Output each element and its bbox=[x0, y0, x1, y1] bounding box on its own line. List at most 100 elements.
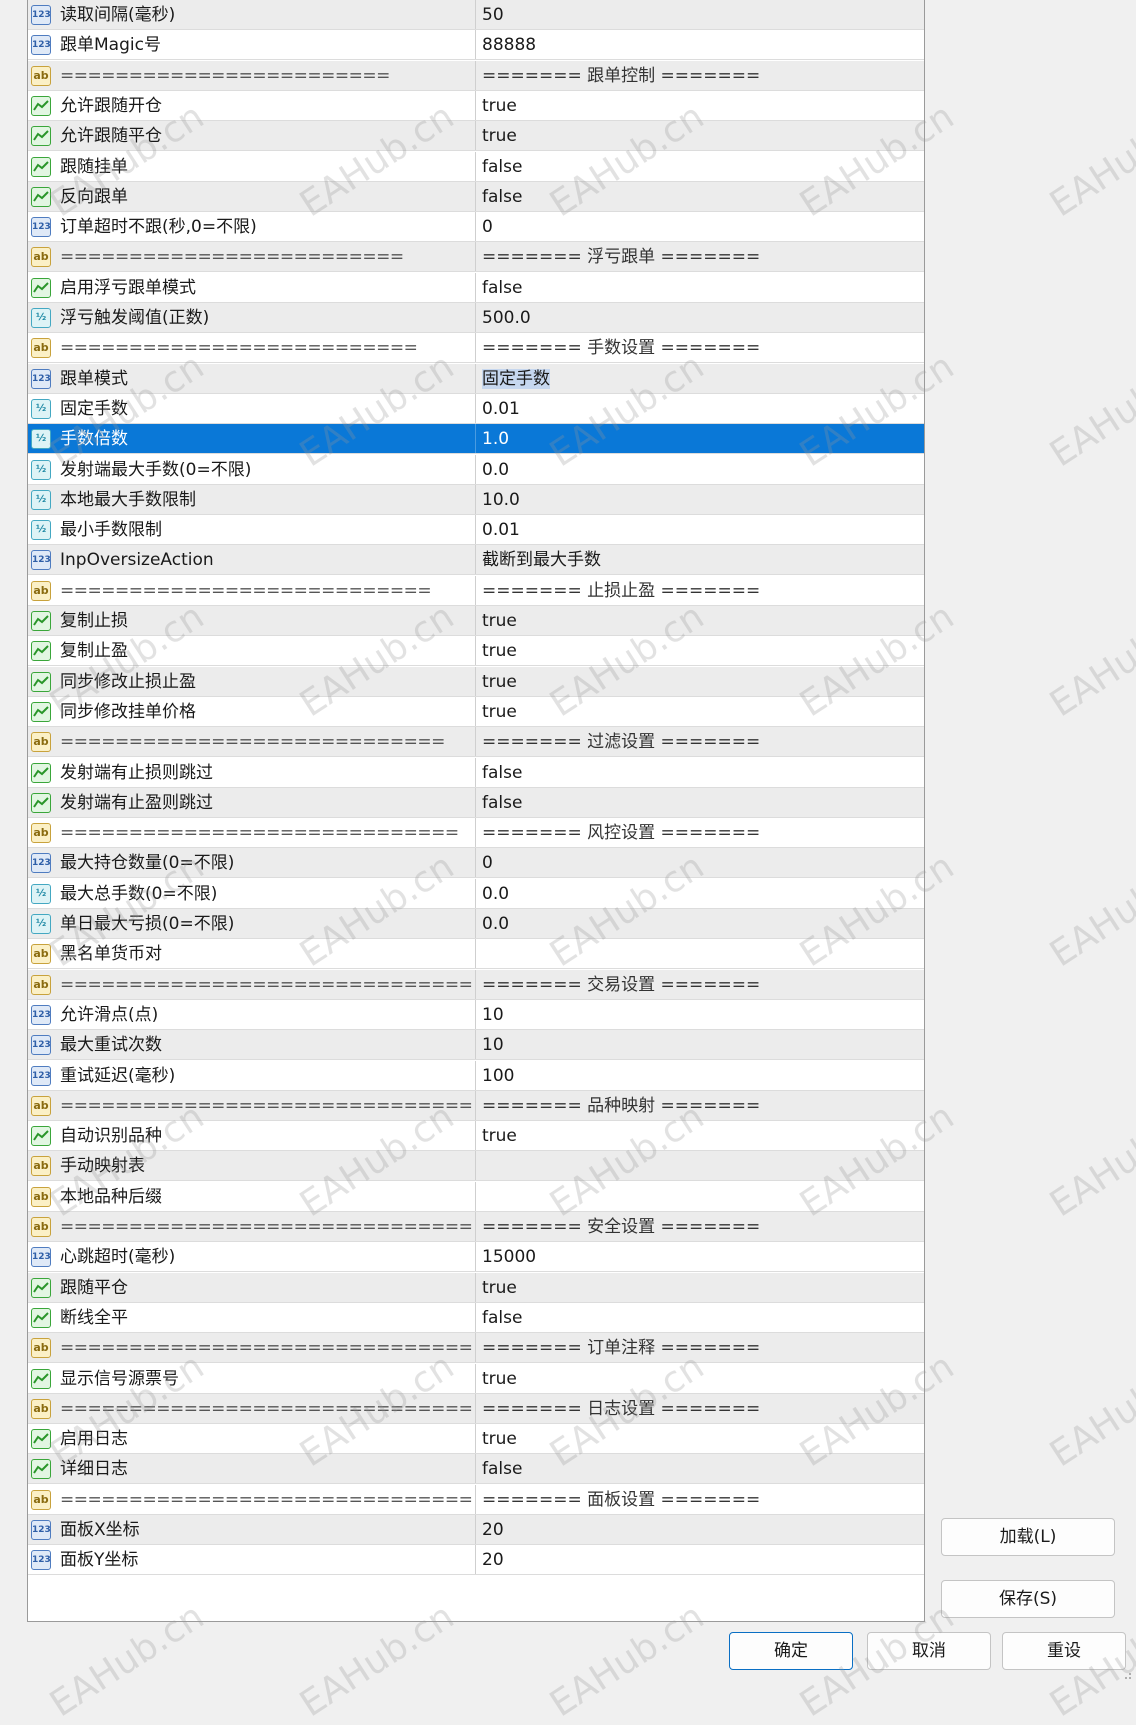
param-value[interactable]: true bbox=[477, 1121, 924, 1151]
param-value[interactable]: false bbox=[477, 1454, 924, 1484]
param-row[interactable]: 123 重试延迟(毫秒) 100 bbox=[28, 1060, 924, 1091]
param-row[interactable]: 123 最大持仓数量(0=不限) 0 bbox=[28, 848, 924, 879]
param-value[interactable]: 10 bbox=[477, 1030, 924, 1060]
reset-button[interactable]: 重设 bbox=[1002, 1632, 1126, 1670]
param-row[interactable]: ½ 手数倍数 1.0 bbox=[28, 424, 924, 455]
param-value[interactable]: 0.0 bbox=[477, 455, 924, 485]
section-title[interactable]: ======= 止损止盈 ======= bbox=[477, 576, 924, 606]
param-row[interactable]: ab======================================… bbox=[28, 969, 924, 1000]
param-row[interactable]: ab ==================================?.. =… bbox=[28, 1484, 924, 1515]
param-row[interactable]: 123 允许滑点(点) 10 bbox=[28, 999, 924, 1030]
param-value[interactable]: 0.01 bbox=[477, 515, 924, 545]
param-row[interactable]: 复制止损 true bbox=[28, 606, 924, 636]
param-row[interactable]: ab ============================ ======= 过滤… bbox=[28, 727, 924, 758]
param-value[interactable]: true bbox=[477, 697, 924, 727]
param-row[interactable]: 123 InpOversizeAction 截断到最大手数 bbox=[28, 545, 924, 576]
param-row[interactable]: ½ 本地最大手数限制 10.0 bbox=[28, 484, 924, 515]
cancel-button[interactable]: 取消 bbox=[867, 1632, 991, 1670]
param-row[interactable]: 断线全平 false bbox=[28, 1302, 924, 1333]
param-value[interactable]: false bbox=[477, 788, 924, 818]
param-value[interactable]: 50 bbox=[477, 0, 924, 30]
param-row[interactable]: ab ==================================?.. =… bbox=[28, 1393, 924, 1424]
param-row[interactable]: ab 手动映射表 bbox=[28, 1151, 924, 1182]
param-value[interactable]: 20 bbox=[477, 1515, 924, 1545]
param-value[interactable]: 固定手数 bbox=[477, 364, 924, 394]
param-row[interactable]: 同步修改止损止盈 true bbox=[28, 666, 924, 697]
param-row[interactable]: ab ========================= ======= 浮亏跟单 … bbox=[28, 242, 924, 273]
section-title[interactable]: ======= 风控设置 ======= bbox=[477, 818, 924, 848]
param-row[interactable]: ab ========================== ======= 手数设置… bbox=[28, 333, 924, 364]
param-row[interactable]: ab ============================= ======= 风… bbox=[28, 818, 924, 849]
param-value[interactable]: 0.0 bbox=[477, 879, 924, 909]
param-row[interactable]: 123 心跳超时(毫秒) 15000 bbox=[28, 1242, 924, 1273]
param-value[interactable]: true bbox=[477, 1364, 924, 1394]
section-title[interactable]: ======= 过滤设置 ======= bbox=[477, 727, 924, 757]
param-row[interactable]: ½ 发射端最大手数(0=不限) 0.0 bbox=[28, 454, 924, 485]
param-row[interactable]: 跟随挂单 false bbox=[28, 151, 924, 182]
param-value[interactable]: 10.0 bbox=[477, 485, 924, 515]
param-row[interactable]: ½ 单日最大亏损(0=不限) 0.0 bbox=[28, 909, 924, 939]
param-row[interactable]: 反向跟单 false bbox=[28, 181, 924, 212]
param-value[interactable]: 0.0 bbox=[477, 909, 924, 939]
param-row[interactable]: 复制止盈 true bbox=[28, 636, 924, 667]
param-row[interactable]: ab======================================… bbox=[28, 1090, 924, 1121]
param-value[interactable]: true bbox=[477, 91, 924, 121]
param-value[interactable]: 88888 bbox=[477, 30, 924, 60]
param-row[interactable]: 允许跟随开仓 true bbox=[28, 90, 924, 121]
param-row[interactable]: 启用浮亏跟单模式 false bbox=[28, 272, 924, 303]
section-title[interactable]: ======= 订单注释 ======= bbox=[477, 1333, 924, 1363]
param-row[interactable]: 123 最大重试次数 10 bbox=[28, 1030, 924, 1061]
param-value[interactable]: true bbox=[477, 667, 924, 697]
param-value[interactable]: true bbox=[477, 1273, 924, 1303]
param-row[interactable]: ½ 浮亏触发阈值(正数) 500.0 bbox=[28, 303, 924, 333]
param-value[interactable]: 500.0 bbox=[477, 303, 924, 333]
resize-grip-icon[interactable] bbox=[1122, 1670, 1132, 1680]
param-row[interactable]: ½ 最大总手数(0=不限) 0.0 bbox=[28, 878, 924, 909]
param-value[interactable] bbox=[477, 939, 924, 969]
param-value[interactable]: 截断到最大手数 bbox=[477, 545, 924, 575]
param-value[interactable]: 15000 bbox=[477, 1242, 924, 1272]
param-value[interactable]: false bbox=[477, 1303, 924, 1333]
param-row[interactable]: 跟随平仓 true bbox=[28, 1272, 924, 1303]
param-value[interactable]: false bbox=[477, 273, 924, 303]
param-value[interactable]: 1.0 bbox=[477, 424, 924, 454]
param-row[interactable]: 显示信号源票号 true bbox=[28, 1363, 924, 1394]
param-row[interactable]: 123 跟单模式 固定手数 bbox=[28, 363, 924, 394]
param-row[interactable]: 123 订单超时不跟(秒,0=不限) 0 bbox=[28, 212, 924, 243]
param-row[interactable]: ½ 固定手数 0.01 bbox=[28, 393, 924, 424]
param-row[interactable]: 详细日志 false bbox=[28, 1454, 924, 1485]
param-row[interactable]: ab======================================… bbox=[28, 1212, 924, 1242]
param-row[interactable]: 自动识别品种 true bbox=[28, 1121, 924, 1152]
param-value[interactable]: false bbox=[477, 152, 924, 182]
param-row[interactable]: 123 读取间隔(毫秒) 50 bbox=[28, 0, 924, 30]
section-title[interactable]: ======= 交易设置 ======= bbox=[477, 970, 924, 1000]
param-value[interactable] bbox=[477, 1182, 924, 1212]
param-value[interactable]: false bbox=[477, 182, 924, 212]
param-row[interactable]: 123 跟单Magic号 88888 bbox=[28, 30, 924, 61]
param-value[interactable]: 0 bbox=[477, 848, 924, 878]
param-value[interactable]: 0.01 bbox=[477, 394, 924, 424]
param-row[interactable]: 123 面板Y坐标 20 bbox=[28, 1545, 924, 1576]
section-title[interactable]: ======= 品种映射 ======= bbox=[477, 1091, 924, 1121]
param-row[interactable]: ab =========================== ======= 止损止… bbox=[28, 575, 924, 606]
param-value[interactable]: true bbox=[477, 121, 924, 151]
param-row[interactable]: 发射端有止盈则跳过 false bbox=[28, 787, 924, 818]
param-row[interactable]: ½ 最小手数限制 0.01 bbox=[28, 515, 924, 546]
param-row[interactable]: ab ======================== ======= 跟单控制 =… bbox=[28, 60, 924, 91]
param-row[interactable]: ab 本地品种后缀 bbox=[28, 1181, 924, 1212]
param-value[interactable]: 20 bbox=[477, 1545, 924, 1575]
section-title[interactable]: ======= 浮亏跟单 ======= bbox=[477, 242, 924, 272]
param-value[interactable]: true bbox=[477, 606, 924, 636]
section-title[interactable]: ======= 安全设置 ======= bbox=[477, 1212, 924, 1242]
param-row[interactable]: 启用日志 true bbox=[28, 1424, 924, 1455]
param-value[interactable]: 0 bbox=[477, 212, 924, 242]
section-title[interactable]: ======= 跟单控制 ======= bbox=[477, 61, 924, 91]
load-button[interactable]: 加载(L) bbox=[941, 1518, 1115, 1556]
param-value[interactable]: false bbox=[477, 758, 924, 788]
param-row[interactable]: 123 面板X坐标 20 bbox=[28, 1515, 924, 1545]
section-title[interactable]: ======= 日志设置 ======= bbox=[477, 1394, 924, 1424]
param-value[interactable]: true bbox=[477, 636, 924, 666]
param-row[interactable]: 允许跟随平仓 true bbox=[28, 121, 924, 152]
save-button[interactable]: 保存(S) bbox=[941, 1580, 1115, 1618]
ok-button[interactable]: 确定 bbox=[729, 1632, 853, 1670]
